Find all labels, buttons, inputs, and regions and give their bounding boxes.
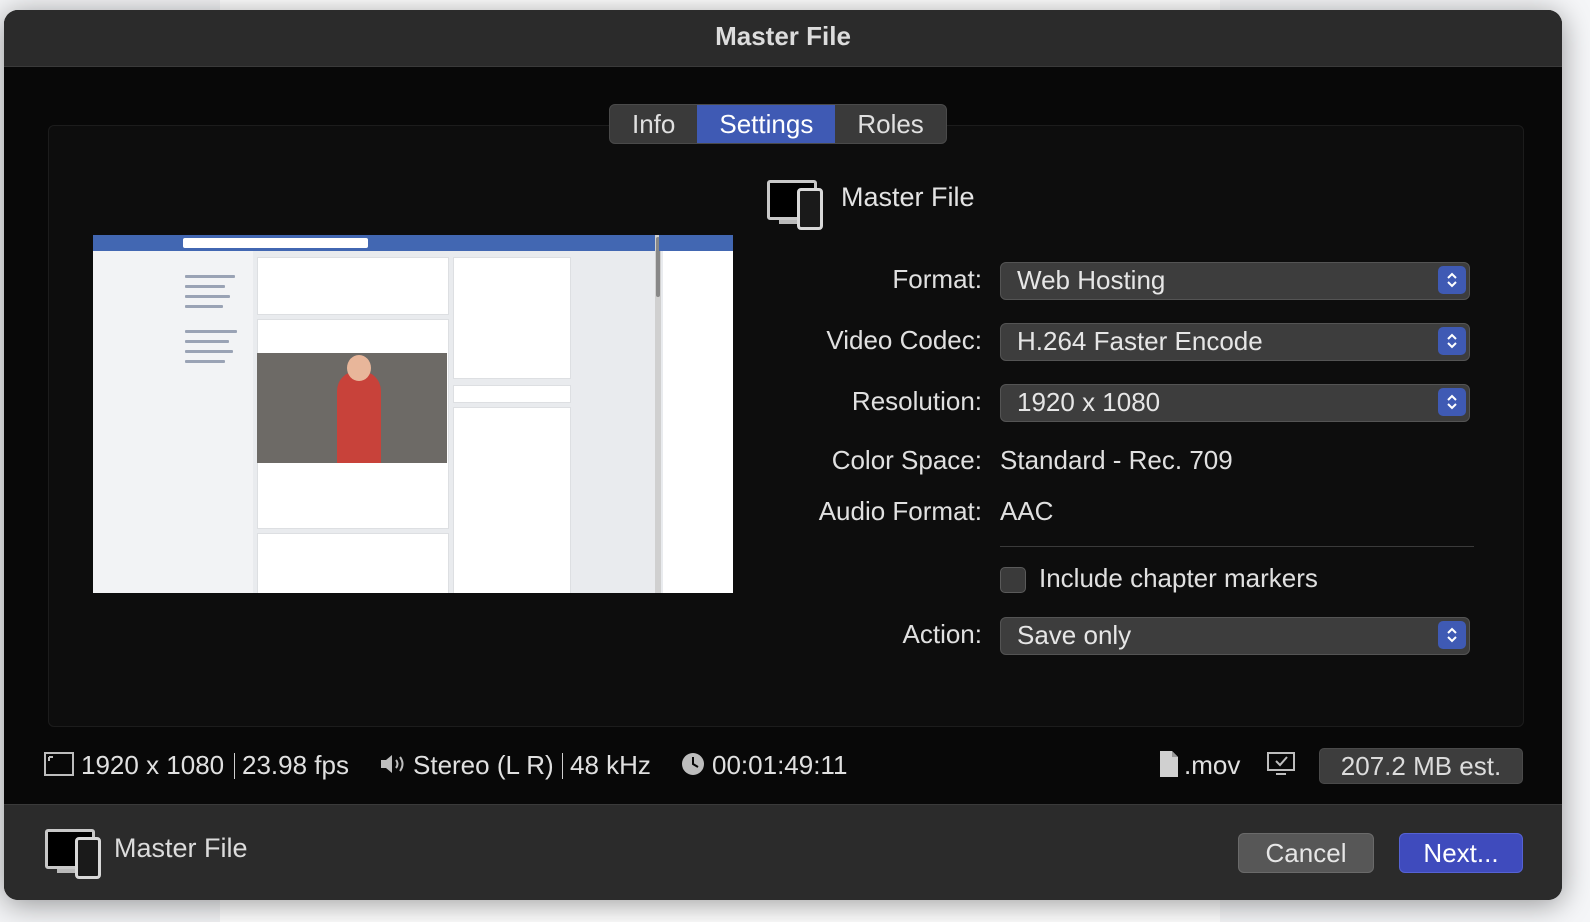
computer-and-phone-icon bbox=[767, 180, 827, 230]
tab-settings[interactable]: Settings bbox=[697, 105, 836, 143]
format-label: Format: bbox=[892, 264, 982, 294]
file-extension-text: .mov bbox=[1184, 750, 1241, 780]
updown-arrows-icon bbox=[1438, 266, 1466, 294]
resolution-label: Resolution: bbox=[851, 386, 982, 416]
computer-and-phone-icon bbox=[45, 829, 105, 879]
tab-info[interactable]: Info bbox=[610, 105, 697, 143]
frame-size-text: 1920 x 1080 bbox=[81, 750, 225, 780]
audio-format-label: Audio Format: bbox=[818, 496, 982, 526]
computer-check-icon[interactable] bbox=[1266, 751, 1296, 784]
tab-bar: Info Settings Roles bbox=[609, 104, 947, 144]
duration-text: 00:01:49:11 bbox=[712, 750, 848, 780]
sample-rate-text: 48 kHz bbox=[570, 750, 651, 780]
action-label: Action: bbox=[902, 619, 983, 649]
action-value: Save only bbox=[1017, 620, 1132, 650]
clock-icon bbox=[680, 751, 706, 784]
chapter-markers-label[interactable]: Include chapter markers bbox=[1039, 563, 1318, 594]
video-frame bbox=[257, 353, 447, 463]
footer-preset-name: Master File bbox=[114, 833, 248, 863]
updown-arrows-icon bbox=[1438, 327, 1466, 355]
tab-roles[interactable]: Roles bbox=[835, 105, 945, 143]
preset-name: Master File bbox=[841, 182, 975, 212]
video-codec-popup[interactable]: H.264 Faster Encode bbox=[1000, 323, 1470, 361]
dialog-title: Master File bbox=[4, 10, 1562, 67]
color-space-value: Standard - Rec. 709 bbox=[1000, 445, 1233, 475]
cancel-button[interactable]: Cancel bbox=[1238, 833, 1374, 873]
chapter-markers-checkbox[interactable] bbox=[1000, 567, 1026, 593]
document-icon bbox=[1158, 750, 1180, 785]
audio-format-value: AAC bbox=[1000, 496, 1054, 526]
action-popup[interactable]: Save only bbox=[1000, 617, 1470, 655]
resolution-value: 1920 x 1080 bbox=[1017, 387, 1161, 417]
audio-channels-text: Stereo (L R) bbox=[413, 750, 554, 780]
frame-rate-text: 23.98 fps bbox=[242, 750, 349, 780]
video-preview-thumbnail bbox=[93, 235, 733, 593]
estimated-size-badge: 207.2 MB est. bbox=[1319, 748, 1523, 784]
share-dialog: Master File Info Settings Roles Master F… bbox=[4, 10, 1562, 900]
resolution-popup[interactable]: 1920 x 1080 bbox=[1000, 384, 1470, 422]
divider bbox=[1000, 546, 1474, 547]
dialog-footer: Master File Cancel Next... bbox=[4, 804, 1562, 900]
video-codec-label: Video Codec: bbox=[826, 325, 982, 355]
frame-size-icon bbox=[44, 752, 74, 783]
format-value: Web Hosting bbox=[1017, 265, 1166, 295]
speaker-icon bbox=[379, 752, 407, 783]
updown-arrows-icon bbox=[1438, 388, 1466, 416]
video-codec-value: H.264 Faster Encode bbox=[1017, 326, 1263, 356]
color-space-label: Color Space: bbox=[831, 445, 982, 475]
format-popup[interactable]: Web Hosting bbox=[1000, 262, 1470, 300]
next-button[interactable]: Next... bbox=[1399, 833, 1523, 873]
updown-arrows-icon bbox=[1438, 621, 1466, 649]
